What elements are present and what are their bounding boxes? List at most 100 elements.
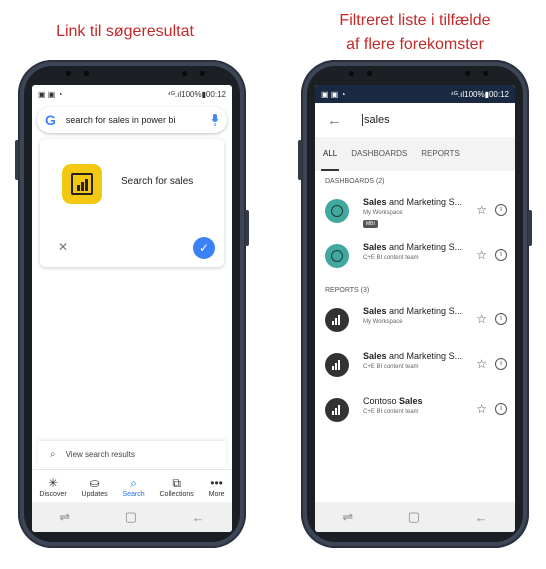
item-name: Sales and Marketing S... [363,351,463,361]
item-workspace: My Workspace [363,210,403,216]
status-icons: ▣ ▣ ◔ [38,89,63,99]
google-logo-icon: G [45,112,56,128]
report-chart-icon [325,398,349,422]
list-item[interactable]: Contoso Sales C+E BI content team ☆ i [315,389,515,434]
power-bi-logo-icon [62,164,102,204]
recents-icon[interactable]: ⇌ [59,509,70,525]
camera-icon [465,71,470,76]
nav-updates[interactable]: ⛀ Updates [82,476,108,498]
search-icon: ⌕ [50,448,56,460]
item-name: Sales and Marketing S... [363,242,463,252]
right-phone: ▣ ▣ ◔ ⁴ᴳ.ıl100%▮00:12 ← sales ALL DASHBO… [298,60,532,548]
nav-collections[interactable]: ⧉ Collections [160,476,194,498]
search-toolbar: ← sales [315,103,515,137]
star-icon[interactable]: ☆ [476,203,487,217]
confirm-check-icon[interactable]: ✓ [193,237,215,259]
camera-icon [66,71,71,76]
item-workspace: C+E BI content team [363,409,419,415]
right-caption: Filtreret liste i tilfælde af flere fore… [300,9,530,57]
info-icon[interactable]: i [495,358,507,370]
status-bar: ▣ ▣ ◔ ⁴ᴳ.ıl100%▮00:12 [315,85,515,103]
item-name: Sales and Marketing S... [363,306,463,316]
list-item[interactable]: Sales and Marketing S... My Workspace ☆ … [315,299,515,344]
left-phone: ▣ ▣ ◔ ⁴ᴳ.ıl100%▮00:12 G search for sales… [15,60,249,548]
search-query[interactable]: search for sales in power bi [66,115,211,125]
tab-all[interactable]: ALL [320,137,340,171]
more-icon: ••• [210,476,223,490]
nav-discover[interactable]: ✳ Discover [39,476,66,498]
right-caption-line-2: af flere forekomster [346,36,484,53]
report-chart-icon [325,308,349,332]
tab-reports[interactable]: REPORTS [421,137,460,171]
star-icon[interactable]: ☆ [476,248,487,262]
item-badge: MBI [363,220,378,228]
left-screen: ▣ ▣ ◔ ⁴ᴳ.ıl100%▮00:12 G search for sales… [32,85,232,532]
view-search-results-button[interactable]: ⌕ View search results [38,441,226,467]
power-button [528,210,532,246]
back-icon[interactable]: ← [475,510,488,525]
status-bar: ▣ ▣ ◔ ⁴ᴳ.ıl100%▮00:12 [32,85,232,103]
search-input[interactable]: sales [362,114,390,126]
collections-icon: ⧉ [172,476,181,490]
item-workspace: My Workspace [363,319,403,325]
discover-icon: ✳ [48,476,59,490]
list-item[interactable]: Sales and Marketing S... My Workspace MB… [315,190,515,235]
result-title[interactable]: Search for sales [121,176,193,187]
right-caption-line-1: Filtreret liste i tilfælde [339,12,491,29]
nav-label: Updates [81,491,108,498]
status-right: ⁴ᴳ.ıl100%▮00:12 [167,89,226,99]
list-item[interactable]: Sales and Marketing S... C+E BI content … [315,235,515,280]
dismiss-icon[interactable]: ✕ [58,240,68,254]
report-chart-icon [325,353,349,377]
mic-icon[interactable] [211,114,219,126]
filter-tabs: ALL DASHBOARDS REPORTS [315,137,515,171]
power-button [245,210,249,246]
nav-search[interactable]: ⌕ Search [122,476,144,498]
volume-button [298,140,302,180]
camera-icon [349,71,354,76]
nav-label: Discover [39,491,67,498]
tab-dashboards[interactable]: DASHBOARDS [351,137,407,171]
nav-label: More [208,491,225,498]
system-nav-bar: ⇌ ▢ ← [315,502,515,532]
back-icon[interactable]: ← [192,510,205,525]
item-workspace: C+E BI content team [363,364,419,370]
back-arrow-icon[interactable]: ← [327,112,342,129]
dashboard-gauge-icon [325,199,349,223]
sensor-icon [84,71,89,76]
system-nav-bar: ⇌ ▢ ← [32,502,232,532]
sensor-icon [367,71,372,76]
recents-icon[interactable]: ⇌ [342,509,353,525]
dashboards-section-header: DASHBOARDS (2) [325,178,385,185]
updates-icon: ⛀ [89,476,100,490]
view-search-results-label: View search results [65,449,135,459]
search-icon: ⌕ [130,476,137,490]
google-search-bar[interactable]: G search for sales in power bi [37,107,227,133]
nav-label: Collections [159,491,194,498]
info-icon[interactable]: i [495,403,507,415]
info-icon[interactable]: i [495,204,507,216]
home-icon[interactable]: ▢ [125,509,137,525]
nav-label: Search [122,491,145,498]
sensor-icon [483,71,488,76]
status-icons: ▣ ▣ ◔ [321,89,346,99]
info-icon[interactable]: i [495,249,507,261]
sensor-icon [200,71,205,76]
list-item[interactable]: Sales and Marketing S... C+E BI content … [315,344,515,389]
reports-section-header: REPORTS (3) [325,287,370,294]
star-icon[interactable]: ☆ [476,312,487,326]
result-card[interactable]: Search for sales ✕ ✓ [40,139,224,267]
bottom-nav: ✳ Discover ⛀ Updates ⌕ Search ⧉ Collecti… [32,469,232,504]
home-icon[interactable]: ▢ [408,509,420,525]
right-screen: ▣ ▣ ◔ ⁴ᴳ.ıl100%▮00:12 ← sales ALL DASHBO… [315,85,515,532]
nav-more[interactable]: ••• More [209,476,225,498]
dashboard-gauge-icon [325,244,349,268]
info-icon[interactable]: i [495,313,507,325]
item-name: Contoso Sales [363,396,423,406]
item-name: Sales and Marketing S... [363,197,463,207]
star-icon[interactable]: ☆ [476,402,487,416]
volume-button [15,140,19,180]
star-icon[interactable]: ☆ [476,357,487,371]
item-workspace: C+E BI content team [363,255,419,261]
status-right: ⁴ᴳ.ıl100%▮00:12 [450,89,509,99]
